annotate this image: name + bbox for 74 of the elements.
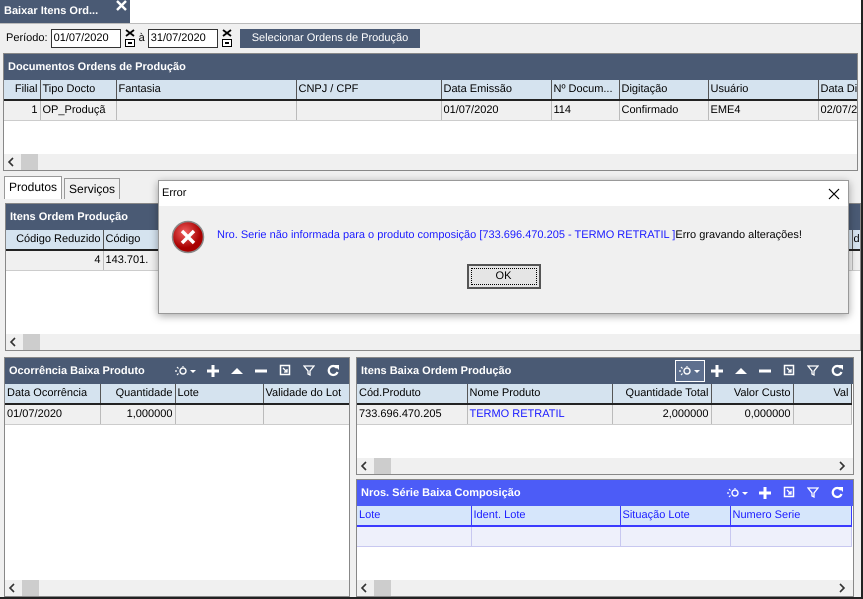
tab[interactable]: Produtos xyxy=(4,176,62,199)
refresh-icon xyxy=(831,486,843,500)
column-header[interactable]: Validade do Lot xyxy=(263,384,349,404)
column-header[interactable]: Fantasia xyxy=(116,80,296,100)
plus-icon xyxy=(759,486,771,500)
column-header[interactable]: Código Reduzido xyxy=(6,230,103,250)
panel-title: Ocorrência Baixa Produto xyxy=(9,364,145,379)
table-cell: 01/07/2020 xyxy=(441,100,551,120)
column-header[interactable]: Quantidade xyxy=(100,384,175,404)
range-separator: à xyxy=(138,30,145,46)
date-field[interactable]: 31/07/2020 xyxy=(148,28,218,48)
error-summary: Erro gravando alterações! xyxy=(675,229,802,241)
toolbar-button[interactable] xyxy=(675,360,705,382)
table-cell: 2,000000 xyxy=(612,404,711,424)
column-header[interactable]: Valor Custo xyxy=(711,384,793,404)
panel-title: Documentos Ordens de Produção xyxy=(8,60,186,75)
column-header[interactable]: Lote xyxy=(357,506,471,526)
table-cell: EME4 xyxy=(708,100,818,120)
column-header[interactable]: Numero Serie xyxy=(730,506,851,526)
date-field[interactable]: 01/07/2020 xyxy=(50,28,121,48)
export-icon xyxy=(783,486,795,500)
error-icon xyxy=(171,220,205,254)
column-visibility-icon xyxy=(726,486,750,500)
column-header[interactable]: Nº Docum... xyxy=(551,80,619,100)
refresh-icon xyxy=(831,364,843,378)
table-cell: 114 xyxy=(551,100,619,120)
plus-icon xyxy=(207,364,219,378)
column-header[interactable]: Quantidade Total xyxy=(612,384,711,404)
filter-icon xyxy=(807,486,819,500)
column-header[interactable]: Cód.Produto xyxy=(357,384,467,404)
column-header[interactable]: Filial xyxy=(4,80,40,100)
table-cell: 1 xyxy=(4,100,40,120)
tab[interactable]: Serviços xyxy=(64,178,120,199)
dialog-title: Error xyxy=(162,186,186,202)
table-cell: 02/07/2 xyxy=(818,100,857,120)
column-header[interactable]: Digitação xyxy=(619,80,708,100)
ok-button[interactable]: OK xyxy=(466,264,540,289)
clear-calendar-icon[interactable] xyxy=(220,29,233,47)
column-header[interactable]: Nome Produto xyxy=(467,384,612,404)
column-header[interactable]: Tipo Docto xyxy=(40,80,116,100)
document-tab[interactable]: Baixar Itens Ord... xyxy=(0,0,130,23)
table-cell: 1,000000 xyxy=(100,404,175,424)
column-header[interactable]: Data Ocorrência xyxy=(5,384,100,404)
table-cell: TERMO RETRATIL xyxy=(467,404,612,424)
column-header[interactable]: CNPJ / CPF xyxy=(296,80,441,100)
clear-calendar-icon[interactable] xyxy=(124,29,136,47)
filter-icon xyxy=(807,364,819,378)
column-visibility-icon xyxy=(678,364,702,378)
error-message: Nro. Serie não informada para o produto composição [733.696.470.205 - TERMO RETRATIL ] xyxy=(217,229,676,241)
filter-icon xyxy=(303,364,315,378)
column-header[interactable]: Data Di xyxy=(818,80,857,100)
column-header[interactable]: Situação Lote xyxy=(620,506,730,526)
table-cell: Confirmado xyxy=(619,100,708,120)
select-orders-button[interactable]: Selecionar Ordens de Produção xyxy=(240,28,420,48)
export-icon xyxy=(279,364,291,378)
panel-title: Nros. Série Baixa Composição xyxy=(361,486,521,501)
table-cell: OP_Produçã xyxy=(40,100,116,120)
column-header[interactable]: Ident. Lote xyxy=(471,506,620,526)
panel-title: Itens Baixa Ordem Produção xyxy=(361,364,512,379)
table-cell: 733.696.470.205 xyxy=(357,404,467,424)
close-icon[interactable] xyxy=(828,188,840,200)
export-icon xyxy=(783,364,795,378)
panel-title: Itens Ordem Produção xyxy=(10,210,128,225)
column-header[interactable]: Data Emissão xyxy=(441,80,551,100)
column-header[interactable]: Usuário xyxy=(708,80,818,100)
column-visibility-icon xyxy=(174,364,198,378)
table-cell: 01/07/2020 xyxy=(5,404,100,424)
plus-icon xyxy=(711,364,723,378)
table-cell: 0,000000 xyxy=(711,404,793,424)
column-header[interactable]: Lote xyxy=(175,384,263,404)
column-header[interactable]: Val xyxy=(793,384,851,404)
table-cell: 4 xyxy=(6,250,103,270)
period-label: Período: xyxy=(6,30,48,46)
refresh-icon xyxy=(327,364,339,378)
